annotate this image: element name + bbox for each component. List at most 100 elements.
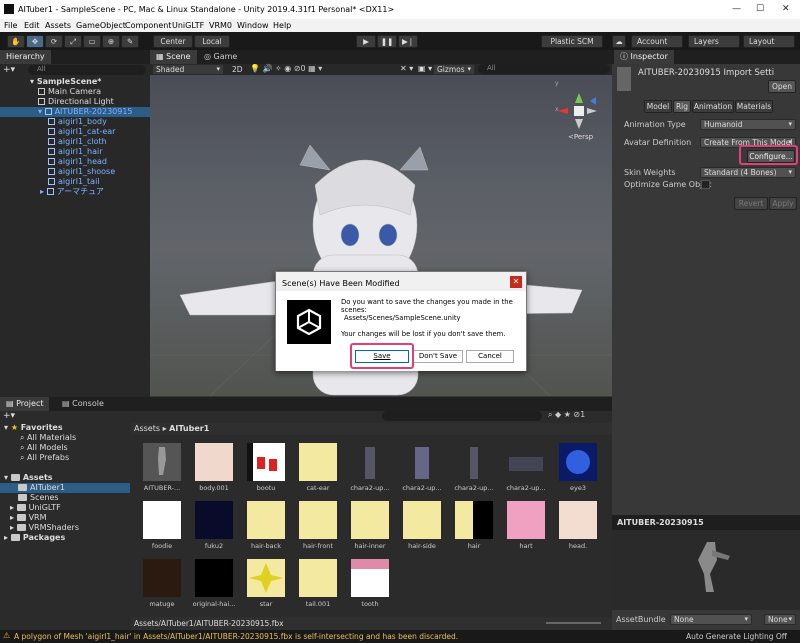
asset-thumb[interactable] xyxy=(455,501,493,539)
project-filter-icons[interactable]: ⌕ ◆ ★ ⊘1 xyxy=(548,410,585,420)
hier-item[interactable]: aigirl1_head xyxy=(48,157,107,167)
asset-thumb[interactable] xyxy=(247,559,285,597)
menu-uniglTF[interactable]: UniGLTF xyxy=(172,21,204,30)
model-preview[interactable] xyxy=(612,530,800,610)
tools-icon[interactable]: ✕ ▾ xyxy=(400,64,413,73)
play-icon[interactable]: ▶ xyxy=(356,35,376,48)
menu-assets[interactable]: Assets xyxy=(45,21,71,30)
asset-thumb[interactable] xyxy=(351,443,389,481)
breadcrumb-current[interactable]: AITuber1 xyxy=(169,424,209,433)
hier-item[interactable]: Main Camera xyxy=(38,87,101,97)
revert-button[interactable]: Revert xyxy=(734,197,768,210)
hier-item[interactable]: aigirl1_shoose xyxy=(48,167,115,177)
hand-tool-icon[interactable]: ✋ xyxy=(7,35,25,48)
animation-type-dropdown[interactable]: Humanoid xyxy=(700,119,796,130)
hier-item[interactable]: Directional Light xyxy=(38,97,114,107)
hier-item[interactable]: ▸ アーマチュア xyxy=(40,187,104,197)
folder-item-selected[interactable]: AITuber1 xyxy=(0,483,130,493)
asset-thumb[interactable] xyxy=(195,501,233,539)
asset-thumb[interactable] xyxy=(247,443,285,481)
asset-thumb[interactable] xyxy=(403,501,441,539)
hierarchy-search-input[interactable]: All xyxy=(28,65,146,75)
tab-project[interactable]: ▤ Project xyxy=(0,397,50,411)
close-icon[interactable]: ✕ xyxy=(510,276,522,288)
2d-toggle[interactable]: 2D xyxy=(232,65,243,74)
asset-thumb[interactable] xyxy=(351,501,389,539)
transform-tool-icon[interactable]: ⊕ xyxy=(102,35,120,48)
scene-search-input[interactable]: All xyxy=(478,64,610,74)
menu-help[interactable]: Help xyxy=(273,21,291,30)
packages-row[interactable]: ▸ Packages xyxy=(4,533,65,543)
menu-window[interactable]: Window xyxy=(237,21,269,30)
assetbundle-dropdown[interactable]: None xyxy=(670,614,752,625)
tab-rig[interactable]: Rig xyxy=(673,100,691,113)
pivot-local-button[interactable]: Local xyxy=(194,35,230,48)
step-icon[interactable]: ▶❘ xyxy=(398,35,418,48)
tab-model[interactable]: Model xyxy=(644,100,672,113)
minimize-icon[interactable]: — xyxy=(732,4,741,14)
asset-thumb[interactable] xyxy=(507,443,545,481)
breadcrumb-assets[interactable]: Assets xyxy=(134,424,160,433)
menu-file[interactable]: File xyxy=(4,21,17,30)
asset-thumb[interactable] xyxy=(143,443,181,481)
menu-edit[interactable]: Edit xyxy=(24,21,40,30)
folder-item[interactable]: ▸ VRMShaders xyxy=(10,523,79,533)
asset-thumb[interactable] xyxy=(455,443,493,481)
fav-item[interactable]: ⌕ All Models xyxy=(20,443,68,453)
optimize-checkbox[interactable] xyxy=(701,180,710,189)
custom-tool-icon[interactable]: ✎ xyxy=(121,35,139,48)
asset-thumb[interactable] xyxy=(143,501,181,539)
rect-tool-icon[interactable]: ▭ xyxy=(83,35,101,48)
skin-weights-dropdown[interactable]: Standard (4 Bones) xyxy=(700,167,796,178)
move-tool-icon[interactable]: ✥ xyxy=(26,35,44,48)
hier-item[interactable]: aigirl1_cat-ear xyxy=(48,127,115,137)
favorites-row[interactable]: ▾ ★ Favorites xyxy=(4,423,63,433)
asset-thumb[interactable] xyxy=(299,443,337,481)
maximize-icon[interactable]: ☐ xyxy=(756,4,764,14)
hier-item[interactable]: aigirl1_tail xyxy=(48,177,100,187)
layout-dropdown[interactable]: Layout xyxy=(743,35,795,48)
hier-item[interactable]: aigirl1_cloth xyxy=(48,137,107,147)
folder-item[interactable]: ▸ UniGLTF xyxy=(10,503,61,513)
assets-row[interactable]: ▾ Assets xyxy=(4,473,53,483)
create-icon[interactable]: +▾ xyxy=(3,411,15,421)
asset-thumb[interactable] xyxy=(559,501,597,539)
tab-game[interactable]: ◎ Game xyxy=(198,50,243,64)
pause-icon[interactable]: ❚❚ xyxy=(377,35,397,48)
gizmos-dropdown[interactable]: Gizmos xyxy=(433,64,475,75)
tab-animation[interactable]: Animation xyxy=(692,100,734,113)
variant-dropdown[interactable]: None xyxy=(764,614,796,625)
scale-tool-icon[interactable]: ⤢ xyxy=(64,35,82,48)
fav-item[interactable]: ⌕ All Materials xyxy=(20,433,76,443)
pivot-center-button[interactable]: Center xyxy=(153,35,193,48)
scene-row[interactable]: ▾ SampleScene* xyxy=(30,77,101,87)
account-dropdown[interactable]: Account xyxy=(631,35,683,48)
folder-item[interactable]: Scenes xyxy=(18,493,59,503)
cloud-icon[interactable]: ☁ xyxy=(612,35,626,48)
tab-materials[interactable]: Materials xyxy=(735,100,773,113)
plastic-scm-button[interactable]: Plastic SCM xyxy=(541,35,603,48)
camera-icon[interactable]: ▣ ▾ xyxy=(418,64,432,73)
shading-dropdown[interactable]: Shaded xyxy=(152,64,224,75)
asset-thumb[interactable] xyxy=(143,559,181,597)
menu-vrm0[interactable]: VRM0 xyxy=(209,21,232,30)
status-message[interactable]: A polygon of Mesh 'aigirl1_hair' in Asse… xyxy=(14,632,458,641)
hier-item[interactable]: aigirl1_hair xyxy=(48,147,103,157)
asset-thumb[interactable] xyxy=(403,443,441,481)
asset-thumb[interactable] xyxy=(195,559,233,597)
asset-thumb[interactable] xyxy=(299,559,337,597)
tab-console[interactable]: ▤ Console xyxy=(56,397,110,411)
cancel-button[interactable]: Cancel xyxy=(466,350,514,363)
project-search-input[interactable] xyxy=(382,411,542,421)
tab-hierarchy[interactable]: Hierarchy xyxy=(0,50,51,64)
rotate-tool-icon[interactable]: ⟳ xyxy=(45,35,63,48)
hier-item[interactable]: aigirl1_body xyxy=(48,117,107,127)
thumbnail-size-slider[interactable] xyxy=(546,622,601,624)
tab-inspector[interactable]: ⓘ Inspector xyxy=(614,50,674,64)
tab-scene[interactable]: ▦ Scene xyxy=(150,50,197,64)
persp-label[interactable]: <Persp xyxy=(568,133,593,141)
dont-save-button[interactable]: Don't Save xyxy=(413,350,463,363)
asset-thumb[interactable] xyxy=(351,559,389,597)
close-icon[interactable]: ✕ xyxy=(782,4,790,14)
open-button[interactable]: Open xyxy=(768,80,796,93)
